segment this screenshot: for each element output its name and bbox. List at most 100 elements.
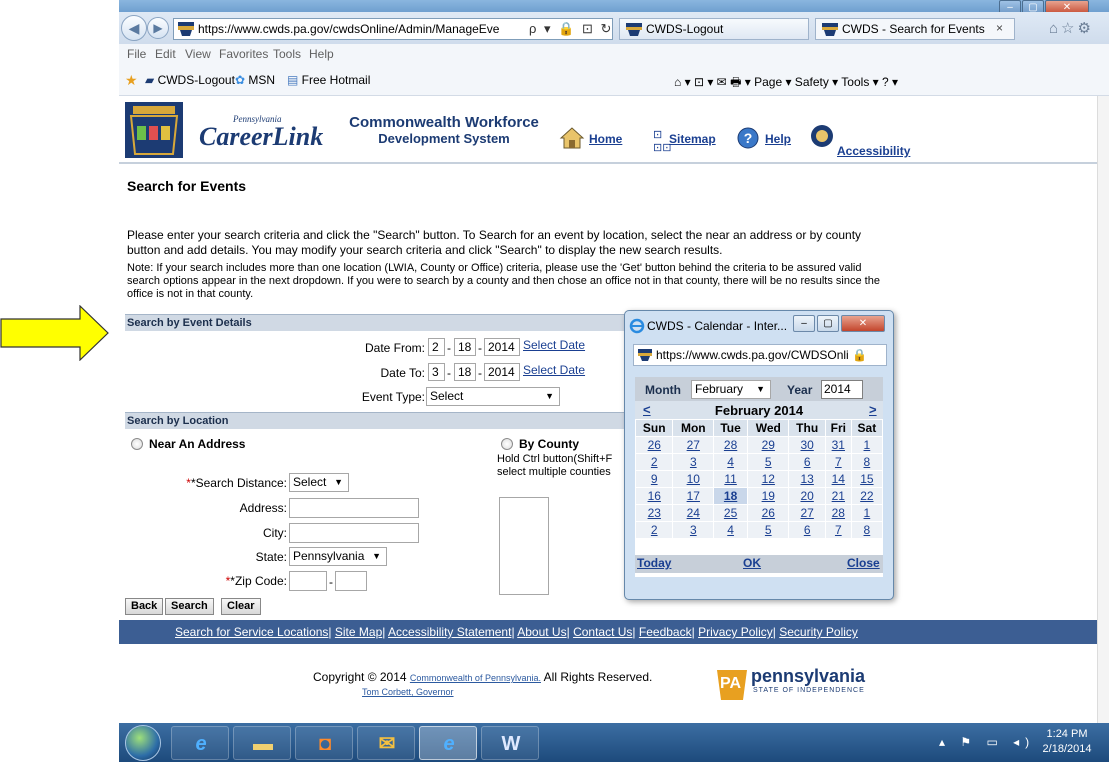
calendar-day[interactable]: 3 [672, 453, 715, 471]
calendar-day[interactable]: 20 [788, 487, 826, 505]
close-link[interactable]: Close [847, 556, 880, 570]
calendar-day[interactable]: 6 [788, 453, 826, 471]
menu-view[interactable]: View [185, 47, 211, 61]
calendar-day[interactable]: 12 [747, 470, 790, 488]
calendar-day[interactable]: 8 [850, 453, 884, 471]
calendar-day[interactable]: 29 [747, 436, 790, 454]
zip-extension-input[interactable] [335, 571, 367, 591]
taskbar-ie-button[interactable]: e [171, 726, 229, 760]
calendar-day[interactable]: 13 [788, 470, 826, 488]
calendar-close-button[interactable]: ✕ [841, 315, 885, 332]
calendar-day[interactable]: 1 [850, 436, 884, 454]
footer-link-security-policy[interactable]: Security Policy [779, 625, 858, 639]
menu-tools[interactable]: Tools [273, 47, 301, 61]
start-button[interactable] [125, 725, 161, 761]
event-type-select[interactable]: Select ▼ [426, 387, 560, 406]
date-to-select-date-link[interactable]: Select Date [523, 363, 585, 377]
city-input[interactable] [289, 523, 419, 543]
menu-edit[interactable]: Edit [155, 47, 176, 61]
near-address-radio[interactable] [131, 438, 143, 450]
date-from-select-date-link[interactable]: Select Date [523, 338, 585, 352]
favorites-star-icon[interactable]: ★ [125, 72, 138, 89]
accessibility-icon[interactable] [809, 124, 835, 148]
calendar-day[interactable]: 2 [634, 521, 674, 539]
calendar-day[interactable]: 17 [672, 487, 715, 505]
address-tools-icons[interactable]: ρ ▾ 🔒 ⊡ ↻ ✕ [529, 21, 632, 37]
calendar-day[interactable]: 14 [824, 470, 852, 488]
favorite-cwds-logout[interactable]: ▰ CWDS-Logout [145, 73, 235, 87]
calendar-day[interactable]: 10 [672, 470, 715, 488]
calendar-maximize-button[interactable]: ▢ [817, 315, 839, 332]
calendar-day[interactable]: 24 [672, 504, 715, 522]
next-month-link[interactable]: > [869, 402, 877, 417]
menu-favorites[interactable]: Favorites [219, 47, 268, 61]
date-from-year-input[interactable]: 2014 [484, 338, 520, 356]
state-select[interactable]: Pennsylvania ▼ [289, 547, 387, 566]
search-distance-select[interactable]: Select ▼ [289, 473, 349, 492]
calendar-day[interactable]: 9 [634, 470, 674, 488]
footer-link-about-us[interactable]: About Us [517, 625, 566, 639]
calendar-day-selected[interactable]: 18 [713, 487, 749, 505]
calendar-day[interactable]: 4 [713, 521, 749, 539]
home-link[interactable]: Home [589, 132, 622, 146]
governor-link[interactable]: Tom Corbett, Governor [362, 687, 454, 697]
calendar-minimize-button[interactable]: – [793, 315, 815, 332]
calendar-day[interactable]: 25 [713, 504, 749, 522]
calendar-day[interactable]: 27 [788, 504, 826, 522]
date-to-year-input[interactable]: 2014 [484, 363, 520, 381]
tab-search-for-events[interactable]: CWDS - Search for Events × [815, 18, 1015, 40]
calendar-day[interactable]: 23 [634, 504, 674, 522]
zip-code-input[interactable] [289, 571, 327, 591]
help-icon[interactable]: ? [735, 126, 761, 150]
address-bar[interactable]: https://www.cwds.pa.gov/cwdsOnline/Admin… [173, 18, 630, 40]
calendar-day[interactable]: 3 [672, 521, 715, 539]
footer-link-contact-us[interactable]: Contact Us [573, 625, 632, 639]
county-listbox[interactable] [499, 497, 549, 595]
calendar-day[interactable]: 27 [672, 436, 715, 454]
home-favorites-settings-icons[interactable]: ⌂☆⚙ [1049, 19, 1094, 37]
menu-help[interactable]: Help [309, 47, 334, 61]
calendar-day[interactable]: 30 [788, 436, 826, 454]
taskbar-word-button[interactable]: W [481, 726, 539, 760]
previous-month-link[interactable]: < [643, 402, 651, 417]
taskbar-media-button[interactable]: ◘ [295, 726, 353, 760]
commonwealth-link[interactable]: Commonwealth of Pennsylvania. [410, 673, 541, 683]
taskbar-explorer-button[interactable]: ▬ [233, 726, 291, 760]
calendar-day[interactable]: 2 [634, 453, 674, 471]
clear-button[interactable]: Clear [221, 598, 261, 615]
year-input[interactable]: 2014 [821, 380, 863, 399]
favorite-free-hotmail[interactable]: ▤ Free Hotmail [287, 73, 370, 87]
favorite-msn[interactable]: ✿ MSN [235, 73, 275, 87]
calendar-day[interactable]: 4 [713, 453, 749, 471]
calendar-day[interactable]: 8 [850, 521, 884, 539]
footer-link-feedback[interactable]: Feedback [639, 625, 692, 639]
accessibility-link[interactable]: Accessibility [837, 144, 910, 158]
calendar-day[interactable]: 1 [850, 504, 884, 522]
home-icon[interactable] [559, 126, 585, 150]
month-select[interactable]: February ▼ [691, 380, 771, 399]
calendar-day[interactable]: 5 [747, 453, 790, 471]
ok-link[interactable]: OK [743, 556, 761, 570]
calendar-day[interactable]: 31 [824, 436, 852, 454]
date-from-day-input[interactable]: 18 [454, 338, 476, 356]
calendar-day[interactable]: 26 [747, 504, 790, 522]
calendar-day[interactable]: 7 [824, 453, 852, 471]
calendar-day[interactable]: 5 [747, 521, 790, 539]
calendar-day[interactable]: 28 [824, 504, 852, 522]
system-tray-icons[interactable]: ▴ ⚑ ▭ ◂) [939, 735, 1035, 749]
calendar-day[interactable]: 6 [788, 521, 826, 539]
footer-link-site-map[interactable]: Site Map [335, 625, 382, 639]
taskbar-ie-active-button[interactable]: e [419, 726, 477, 760]
date-from-month-input[interactable]: 2 [428, 338, 445, 356]
footer-link-accessibility-statement[interactable]: Accessibility Statement [388, 625, 511, 639]
back-button[interactable]: Back [125, 598, 164, 615]
date-to-month-input[interactable]: 3 [428, 363, 445, 381]
address-input[interactable] [289, 498, 419, 518]
taskbar-outlook-button[interactable]: ✉ [357, 726, 415, 760]
calendar-day[interactable]: 21 [824, 487, 852, 505]
calendar-day[interactable]: 19 [747, 487, 790, 505]
calendar-day[interactable]: 15 [850, 470, 884, 488]
footer-link-privacy-policy[interactable]: Privacy Policy [698, 625, 773, 639]
tab-cwds-logout[interactable]: CWDS-Logout [619, 18, 809, 40]
search-button[interactable]: Search [165, 598, 214, 615]
